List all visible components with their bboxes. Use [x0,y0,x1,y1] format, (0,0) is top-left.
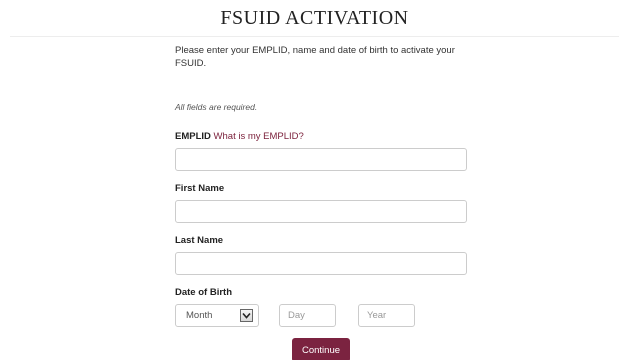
first-name-field[interactable] [175,200,467,223]
first-name-label: First Name [175,183,225,194]
last-name-field[interactable] [175,252,467,275]
intro-text: Please enter your EMPLID, name and date … [175,45,455,69]
emplid-field[interactable] [175,148,467,171]
chevron-down-icon[interactable] [240,309,253,322]
required-note: All fields are required. [175,102,258,112]
year-field[interactable] [358,304,415,327]
what-is-emplid-link[interactable]: What is my EMPLID? [214,131,304,142]
month-select-value: Month [186,310,213,321]
activation-page: FSUID ACTIVATION Please enter your EMPLI… [0,0,629,360]
title-divider [10,36,619,37]
emplid-label-row: EMPLID What is my EMPLID? [175,131,304,142]
continue-button[interactable]: Continue [292,338,350,360]
page-title: FSUID ACTIVATION [220,7,409,29]
chevron-down-icon-glyph [242,312,251,319]
last-name-label: Last Name [175,235,224,246]
dob-label: Date of Birth [175,287,232,298]
day-field[interactable] [279,304,336,327]
emplid-label: EMPLID [175,131,211,142]
month-select[interactable]: Month [175,304,259,327]
